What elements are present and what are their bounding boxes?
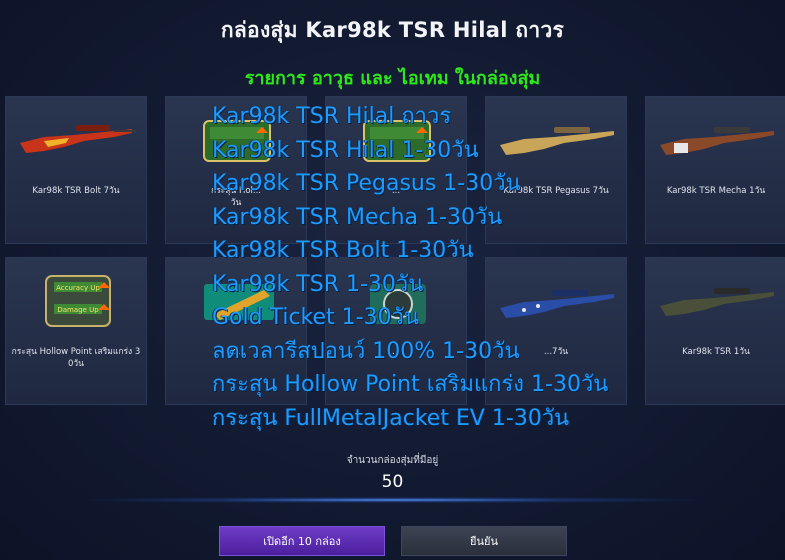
overlay-line: ลดเวลารีสปอนว์ 100% 1-30วัน: [212, 338, 520, 364]
svg-text:Accuracy Up: Accuracy Up: [56, 284, 100, 292]
item-tile[interactable]: Kar98k TSR Bolt 7วัน: [5, 96, 147, 244]
divider-glow: [90, 497, 695, 503]
box-count-value: 50: [381, 472, 404, 492]
item-tile[interactable]: Accuracy Up Damage Up กระสุน Hollow Poin…: [5, 257, 147, 405]
item-caption: Kar98k TSR Bolt 7วัน: [32, 186, 120, 196]
svg-text:Damage Up: Damage Up: [57, 306, 99, 314]
open-ten-boxes-button[interactable]: เปิดอีก 10 กล่อง: [219, 526, 385, 556]
overlay-line: Kar98k TSR Hilal 1-30วัน: [212, 137, 479, 163]
random-box-dialog: กล่องสุ่ม Kar98k TSR Hilal ถาวร รายการ อ…: [0, 0, 785, 560]
item-caption-line2: 0วัน: [68, 359, 84, 369]
dialog-subtitle: รายการ อาวุธ และ ไอเทม ในกล่องสุ่ม: [244, 68, 541, 89]
overlay-line: Gold Ticket 1-30วัน: [212, 305, 419, 330]
overlay-line: กระสุน Hollow Point เสริมแกร่ง 1-30วัน: [212, 372, 609, 397]
dialog-title: กล่องสุ่ม Kar98k TSR Hilal ถาวร: [220, 18, 565, 42]
accuracy-damage-up-badge-icon: Accuracy Up Damage Up: [45, 275, 111, 327]
overlay-line: Kar98k TSR Bolt 1-30วัน: [212, 238, 474, 263]
item-caption: กระสุน Hollow Point เสริมแกร่ง 3: [11, 347, 141, 357]
rifle-orange-icon: [20, 125, 136, 153]
overlay-line: กระสุน FullMetalJacket EV 1-30วัน: [212, 405, 570, 431]
overlay-line: Kar98k TSR Mecha 1-30วัน: [212, 204, 503, 230]
box-count-label: จำนวนกล่องสุ่มที่มีอยู่: [346, 455, 439, 466]
overlay-line: Kar98k TSR Hilal ถาวร: [212, 104, 452, 129]
overlay-line: Kar98k TSR Pegasus 1-30วัน: [212, 171, 521, 196]
confirm-button[interactable]: ยืนยัน: [401, 526, 567, 556]
item-overlay-list: Kar98k TSR Hilal ถาวร Kar98k TSR Hilal 1…: [212, 100, 772, 435]
overlay-line: Kar98k TSR 1-30วัน: [212, 271, 424, 297]
